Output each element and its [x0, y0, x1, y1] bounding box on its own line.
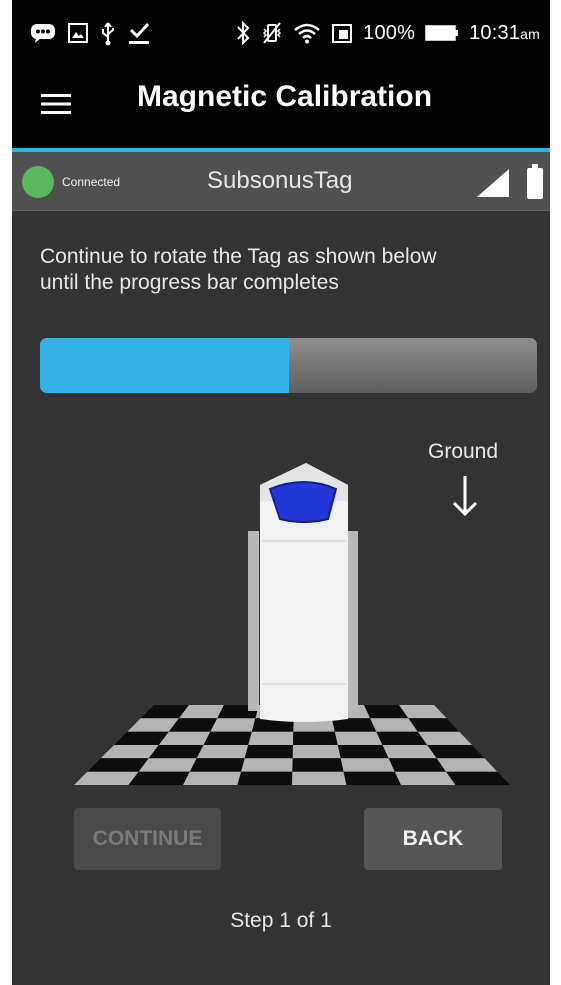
page-title: Magnetic Calibration [137, 80, 433, 113]
wifi-icon [294, 23, 320, 44]
floor-tile [427, 745, 485, 759]
connection-status: Connected [62, 175, 121, 189]
step-indicator: Step 1 of 1 [230, 909, 332, 932]
app-screen: 100% 10:31am Magnetic Calibration Connec… [12, 0, 550, 985]
vibrate-icon [263, 22, 282, 44]
floor-tile [292, 771, 347, 785]
floor-tile [334, 731, 383, 745]
hamburger-menu-icon [41, 94, 71, 114]
floor-tile [436, 758, 498, 772]
floor-tile [74, 771, 139, 785]
floor-tile [337, 745, 389, 759]
clock-time: 10:31 [469, 21, 521, 44]
floor-tile [100, 745, 159, 759]
floor-tile [340, 758, 395, 772]
floor-tile [196, 745, 249, 759]
clock: 10:31am [469, 22, 540, 45]
floor-tile [382, 745, 437, 759]
floor-tile [417, 731, 472, 745]
floor-tile [343, 771, 401, 785]
floor-tile [244, 745, 293, 759]
floor-tile [203, 731, 252, 745]
battery-percent: 100% [363, 21, 416, 44]
floor-tile [128, 771, 190, 785]
signal-icon [477, 169, 509, 197]
menu-button[interactable] [36, 84, 76, 124]
battery-icon [425, 25, 459, 41]
clock-ampm: am [520, 25, 540, 42]
floor-tile [394, 771, 456, 785]
download-done-icon [129, 22, 150, 44]
connection-indicator [22, 166, 54, 198]
app-bar: Magnetic Calibration [12, 62, 550, 148]
floor-tile [248, 731, 294, 745]
device-status-bar: Connected SubsonusTag [12, 152, 550, 211]
floor-tile [292, 758, 344, 772]
tag-3d-model [74, 463, 510, 785]
floor-tile [138, 758, 197, 772]
continue-button[interactable]: CONTINUE [74, 808, 221, 870]
instructions-text: Continue to rotate the Tag as shown belo… [40, 245, 437, 294]
calibration-progress-bar [40, 338, 537, 393]
sim-icon [332, 24, 353, 43]
floor-tile [241, 758, 293, 772]
floor-tile [292, 745, 341, 759]
device-name: SubsonusTag [207, 167, 353, 194]
image-icon [68, 23, 88, 43]
tag-device [248, 463, 358, 722]
back-button[interactable]: BACK [364, 808, 502, 870]
floor-tile [388, 758, 447, 772]
chat-bubble-icon [31, 24, 55, 43]
floor-tile [183, 771, 242, 785]
usb-icon [102, 22, 114, 46]
status-bar: 100% 10:31am [12, 0, 550, 62]
floor-tile [237, 771, 293, 785]
progress-fill [40, 338, 289, 393]
battery-icon [527, 164, 543, 199]
bluetooth-icon [237, 21, 250, 45]
floor-tile [446, 771, 510, 785]
floor-tile [293, 731, 338, 745]
floor-tile [189, 758, 245, 772]
floor-tile [87, 758, 149, 772]
floor-tile [331, 718, 377, 732]
floor-tile [210, 718, 256, 732]
